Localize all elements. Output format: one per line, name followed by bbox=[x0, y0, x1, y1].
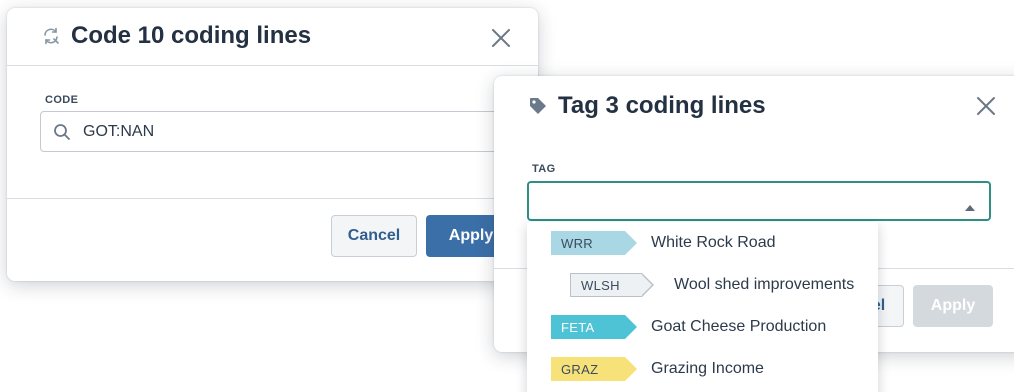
tag-option-label: Grazing Income bbox=[651, 360, 764, 377]
tag-option-label: Wool shed improvements bbox=[674, 276, 855, 293]
tag-code: WRR bbox=[561, 235, 593, 251]
code-search-input[interactable]: GOT:NAN bbox=[40, 111, 520, 152]
tag-option-graz[interactable]: GRAZ Grazing Income bbox=[527, 350, 764, 388]
code-search-value: GOT:NAN bbox=[83, 122, 155, 140]
tag-dropdown: WRR White Rock Road WLSH Wool shed impro… bbox=[527, 222, 878, 392]
chip-arrow bbox=[625, 231, 637, 255]
chip-arrow-fill bbox=[641, 274, 652, 296]
caret-up-icon bbox=[965, 198, 975, 216]
tag-code-chip: FETA bbox=[551, 315, 637, 339]
tag-option-label: White Rock Road bbox=[651, 234, 776, 251]
search-icon bbox=[53, 123, 71, 141]
tag-option-label: Goat Cheese Production bbox=[651, 318, 827, 335]
close-icon[interactable] bbox=[487, 24, 515, 52]
tag-option-feta[interactable]: FETA Goat Cheese Production bbox=[527, 308, 826, 346]
tag-code-chip: WLSH bbox=[570, 273, 654, 297]
tag-option-wlsh[interactable]: WLSH Wool shed improvements bbox=[527, 266, 854, 304]
tag-code: GRAZ bbox=[561, 361, 599, 377]
tag-code: WLSH bbox=[581, 277, 620, 293]
tag-dialog-title: Tag 3 coding lines bbox=[528, 92, 766, 120]
tag-select[interactable] bbox=[527, 181, 991, 221]
tag-dialog-title-text: Tag 3 coding lines bbox=[558, 92, 766, 119]
code-dialog-title: Code 10 coding lines bbox=[41, 22, 311, 50]
chip-arrow bbox=[625, 315, 637, 339]
tag-field-label: TAG bbox=[532, 163, 556, 175]
apply-button[interactable]: Apply bbox=[913, 285, 993, 327]
tag-code: FETA bbox=[561, 319, 595, 335]
code-dialog-divider bbox=[7, 198, 538, 199]
code-dialog: Code 10 coding lines CODE GOT:NAN Cancel… bbox=[7, 8, 538, 281]
tag-code-chip: GRAZ bbox=[551, 357, 637, 381]
close-icon[interactable] bbox=[972, 92, 1000, 120]
code-field-label: CODE bbox=[45, 94, 79, 106]
tag-code-chip: WRR bbox=[551, 231, 637, 255]
code-dialog-title-text: Code 10 coding lines bbox=[71, 22, 312, 49]
cancel-button[interactable]: Cancel bbox=[331, 215, 417, 257]
chip-arrow bbox=[625, 357, 637, 381]
tag-option-wrr[interactable]: WRR White Rock Road bbox=[527, 224, 776, 262]
refresh-icon bbox=[41, 26, 61, 46]
tag-icon bbox=[528, 96, 548, 116]
